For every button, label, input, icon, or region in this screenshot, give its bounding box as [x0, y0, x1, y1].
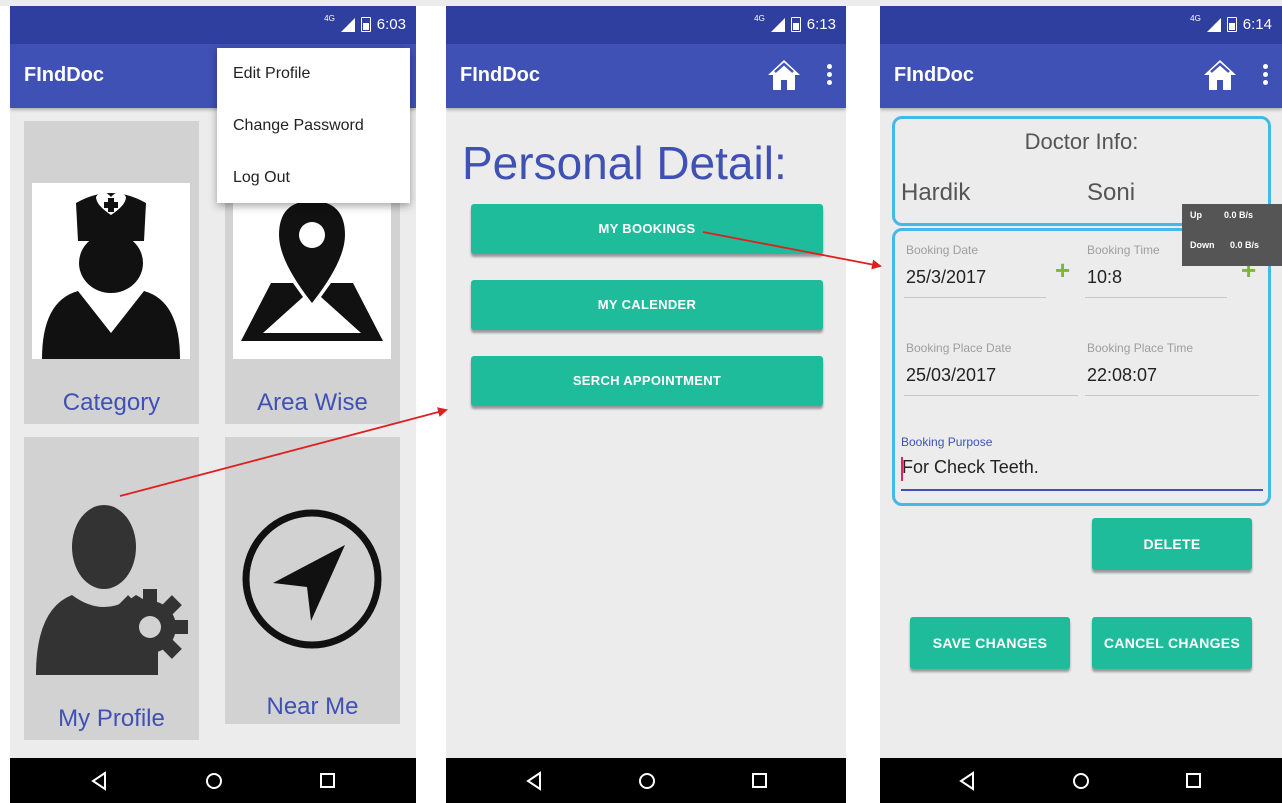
screen-booking-detail: 4G 6:14 FIndDoc Doctor Info: Hardik Soni…: [880, 6, 1282, 803]
signal-icon: [1206, 17, 1221, 32]
overflow-menu: Edit Profile Change Password Log Out: [217, 48, 410, 203]
tile-my-profile[interactable]: My Profile: [24, 437, 199, 740]
cancel-changes-button[interactable]: CANCEL CHANGES: [1092, 617, 1252, 669]
doctor-first-name: Hardik: [901, 179, 971, 206]
net-up-label: Up: [1190, 210, 1202, 220]
field-underline: [1085, 395, 1259, 396]
booking-purpose-label: Booking Purpose: [901, 435, 993, 449]
app-bar: FIndDoc: [880, 44, 1282, 108]
system-nav-bar: [446, 758, 846, 803]
net-up-value: 0.0 B/s: [1224, 210, 1254, 220]
home-icon[interactable]: [766, 58, 802, 92]
system-nav-bar: [880, 758, 1282, 803]
tile-near-me[interactable]: Near Me: [225, 437, 400, 724]
doctor-info-title: Doctor Info:: [1024, 129, 1139, 154]
back-icon[interactable]: [523, 769, 547, 793]
navigation-compass-icon: [233, 499, 391, 675]
doctor-nurse-icon: [32, 183, 190, 359]
search-appointment-button[interactable]: SERCH APPOINTMENT: [471, 356, 823, 406]
field-underline: [1085, 297, 1227, 298]
booking-date-label: Booking Date: [906, 243, 979, 257]
menu-item-edit-profile[interactable]: Edit Profile: [217, 48, 410, 100]
tile-category[interactable]: Category: [24, 121, 199, 424]
user-settings-icon: [32, 499, 190, 675]
menu-item-change-password[interactable]: Change Password: [217, 100, 410, 152]
screen-personal-detail: 4G 6:13 FIndDoc Personal Detail: MY BOOK…: [446, 6, 846, 803]
booking-time-value[interactable]: 10:8: [1087, 267, 1122, 288]
recents-icon[interactable]: [748, 769, 772, 793]
booking-place-date-value: 25/03/2017: [906, 365, 997, 385]
network-type: 4G: [324, 14, 335, 23]
doctor-last-name: Soni: [1087, 179, 1136, 206]
net-down-label: Down: [1190, 240, 1215, 250]
network-type: 4G: [754, 14, 765, 23]
signal-icon: [340, 17, 355, 32]
map-pin-icon: [233, 183, 391, 359]
my-calender-button[interactable]: MY CALENDER: [471, 280, 823, 330]
home-circle-icon[interactable]: [202, 769, 226, 793]
screen-home: 4G 6:03 FIndDoc Category Area Wise My Pr…: [10, 6, 416, 803]
home-circle-icon[interactable]: [1069, 769, 1093, 793]
signal-icon: [770, 17, 785, 32]
home-circle-icon[interactable]: [635, 769, 659, 793]
status-time: 6:03: [376, 16, 406, 33]
delete-button[interactable]: DELETE: [1092, 518, 1252, 570]
tile-label: Near Me: [266, 693, 359, 720]
net-down-value: 0.0 B/s: [1230, 240, 1260, 250]
status-bar: 4G 6:03: [10, 6, 416, 44]
app-title: FIndDoc: [460, 64, 540, 86]
booking-time-label: Booking Time: [1087, 243, 1160, 257]
status-time: 6:14: [1242, 16, 1272, 33]
booking-date-value[interactable]: 25/3/2017: [906, 267, 986, 288]
field-underline: [904, 297, 1046, 298]
tile-label: My Profile: [58, 705, 165, 732]
status-bar: 4G 6:14: [880, 6, 1282, 44]
my-bookings-button[interactable]: MY BOOKINGS: [471, 204, 823, 254]
status-bar: 4G 6:13: [446, 6, 846, 44]
more-options-icon[interactable]: [1262, 64, 1268, 86]
save-changes-button[interactable]: SAVE CHANGES: [910, 617, 1070, 669]
battery-icon: [360, 17, 371, 32]
system-nav-bar: [10, 758, 416, 803]
back-icon[interactable]: [956, 769, 980, 793]
booking-place-time-label: Booking Place Time: [1087, 341, 1194, 355]
tile-label: Category: [62, 389, 161, 416]
booking-place-date-label: Booking Place Date: [906, 341, 1012, 355]
purpose-underline: [901, 489, 1263, 491]
booking-place-time-value: 22:08:07: [1087, 365, 1158, 385]
home-icon[interactable]: [1202, 58, 1238, 92]
tile-label: Area Wise: [257, 389, 368, 416]
back-icon[interactable]: [88, 769, 112, 793]
add-date-icon[interactable]: +: [1055, 255, 1070, 286]
status-time: 6:13: [806, 16, 836, 33]
more-options-icon[interactable]: [826, 64, 832, 86]
app-title: FIndDoc: [894, 64, 974, 86]
app-title: FIndDoc: [24, 64, 104, 86]
page-heading: Personal Detail:: [462, 137, 787, 189]
app-bar: FIndDoc: [446, 44, 846, 108]
booking-card: Booking Date 25/3/2017 + Booking Time 10…: [892, 228, 1271, 506]
menu-item-log-out[interactable]: Log Out: [217, 152, 410, 204]
field-underline: [904, 395, 1078, 396]
recents-icon[interactable]: [1182, 769, 1206, 793]
network-speed-overlay: Up 0.0 B/s Down 0.0 B/s: [1182, 204, 1282, 266]
recents-icon[interactable]: [316, 769, 340, 793]
network-type: 4G: [1190, 14, 1201, 23]
battery-icon: [790, 17, 801, 32]
booking-purpose-input[interactable]: For Check Teeth.: [902, 457, 1039, 478]
battery-icon: [1226, 17, 1237, 32]
